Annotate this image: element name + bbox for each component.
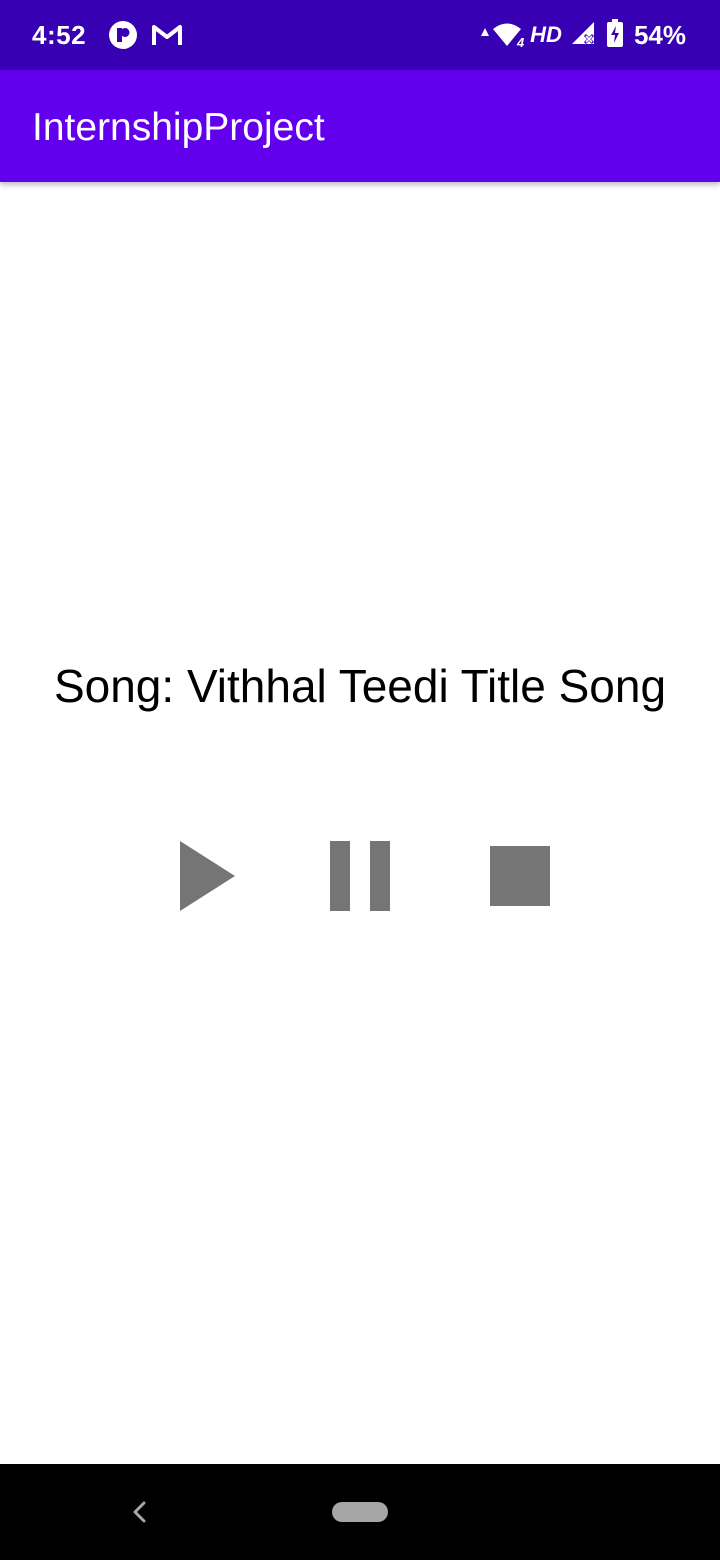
stop-button[interactable] [482,836,558,916]
app-notification-icon [108,20,138,50]
signal-icon [570,20,598,51]
wifi-icon: 4 [492,22,525,50]
pause-button[interactable] [322,836,398,916]
network-label: HD [530,22,562,47]
data-activity-icon [480,26,490,44]
play-icon [180,841,235,911]
wifi-badge: 4 [516,35,525,50]
app-bar: InternshipProject [0,70,720,182]
song-label: Song: Vithhal Teedi Title Song [53,660,667,712]
pause-icon [330,841,390,911]
battery-charging-icon [606,18,624,53]
app-title: InternshipProject [32,106,325,149]
stop-icon [490,846,550,906]
back-icon[interactable] [126,1498,154,1526]
home-pill[interactable] [332,1502,388,1522]
status-time: 4:52 [32,20,87,50]
battery-percent: 54% [633,20,686,50]
play-button[interactable] [170,836,246,916]
gmail-icon [151,20,183,50]
status-right-group: 4 HD 54% [480,18,686,53]
navigation-bar [0,1464,720,1560]
status-bar: 4:52 4 HD 54% [0,0,720,70]
